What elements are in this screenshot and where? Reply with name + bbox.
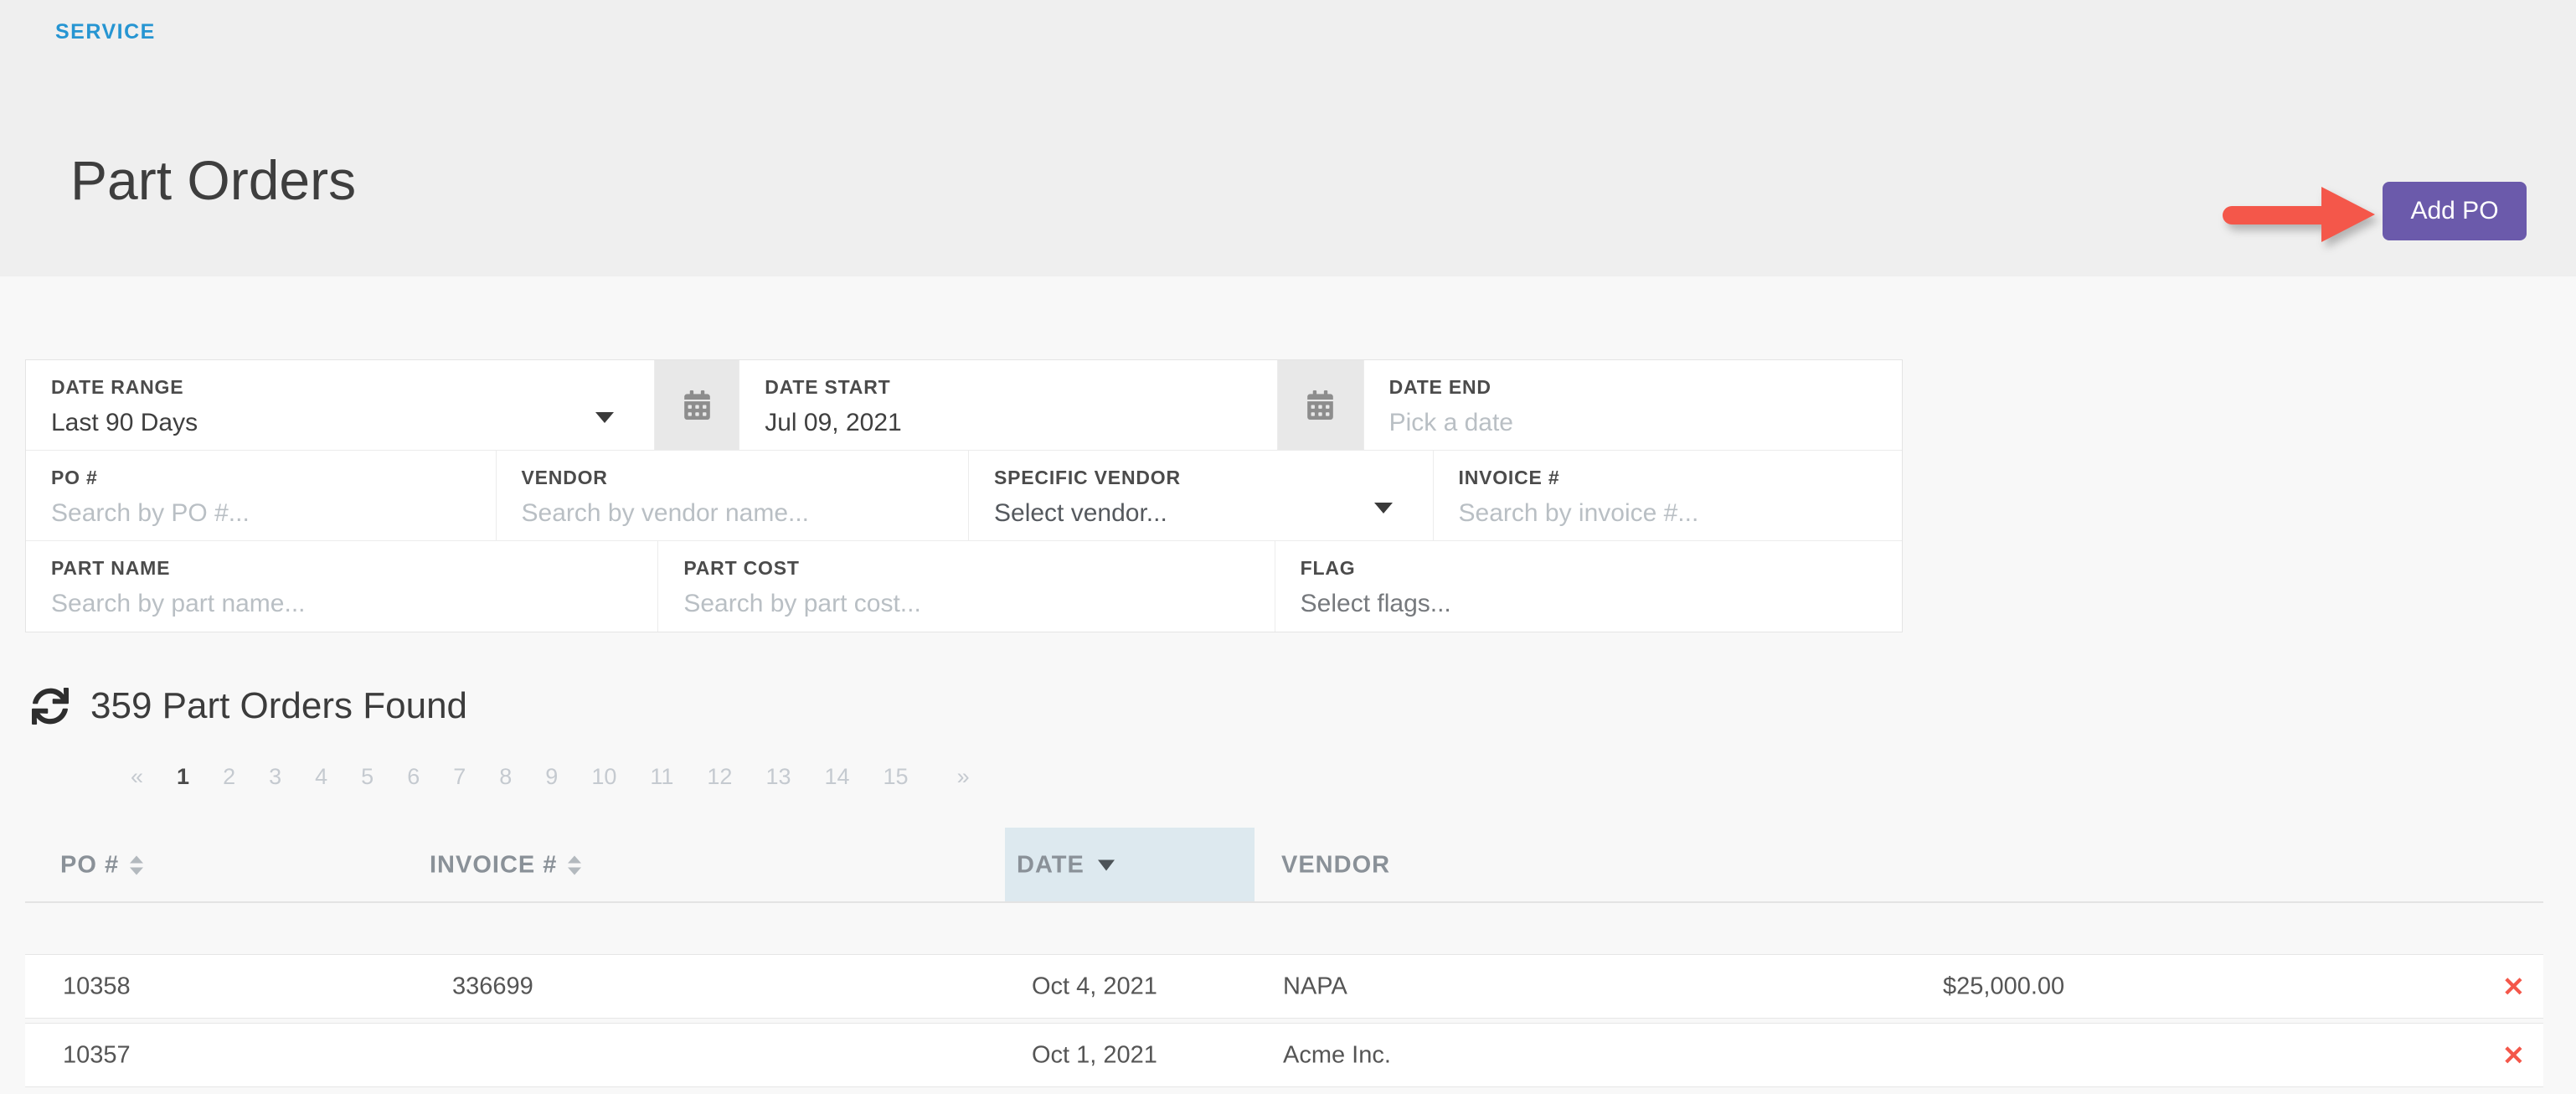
- sort-desc-icon: [1098, 860, 1115, 871]
- part-name-input[interactable]: [51, 590, 598, 618]
- pagination-prev[interactable]: «: [131, 764, 143, 790]
- chevron-down-icon: [1374, 503, 1393, 513]
- cell-date: Oct 4, 2021: [1032, 973, 1157, 1000]
- pagination: « 1 2 3 4 5 6 7 8 9 10 11 12 13 14 15 »: [131, 764, 970, 790]
- filter-row-parts: PART NAME PART COST FLAG Select flags...: [26, 541, 1902, 632]
- sort-icon: [568, 856, 581, 875]
- date-range-value: Last 90 Days: [51, 409, 629, 437]
- column-header-invoice-label: INVOICE #: [430, 852, 557, 880]
- pagination-page-13[interactable]: 13: [765, 764, 791, 790]
- date-range-select[interactable]: DATE RANGE Last 90 Days: [26, 360, 655, 450]
- pagination-page-14[interactable]: 14: [824, 764, 849, 790]
- invoice-number-input[interactable]: [1459, 499, 1852, 528]
- calendar-icon: [1307, 390, 1333, 420]
- date-end-field[interactable]: DATE END: [1364, 360, 1902, 450]
- table-body: 10358 336699 Oct 4, 2021 NAPA $25,000.00…: [25, 954, 2543, 1091]
- date-start-label: DATE START: [765, 376, 1251, 399]
- date-start-field[interactable]: DATE START: [739, 360, 1277, 450]
- table-header-divider: [25, 901, 2543, 903]
- part-cost-field[interactable]: PART COST: [658, 541, 1275, 632]
- part-orders-page: SERVICE Part Orders Add PO DATE RANGE La…: [0, 0, 2576, 1094]
- pagination-page-2[interactable]: 2: [223, 764, 235, 790]
- add-po-button[interactable]: Add PO: [2383, 182, 2527, 240]
- invoice-number-label: INVOICE #: [1459, 467, 1878, 489]
- invoice-number-field[interactable]: INVOICE #: [1434, 451, 1903, 540]
- column-header-invoice[interactable]: INVOICE #: [430, 852, 581, 880]
- date-end-input[interactable]: [1389, 409, 1847, 437]
- part-name-field[interactable]: PART NAME: [26, 541, 658, 632]
- pagination-page-8[interactable]: 8: [499, 764, 512, 790]
- date-end-calendar-button[interactable]: [1278, 360, 1364, 450]
- pagination-page-5[interactable]: 5: [361, 764, 374, 790]
- column-header-date[interactable]: DATE: [1017, 852, 1115, 880]
- pagination-page-15[interactable]: 15: [884, 764, 909, 790]
- cell-vendor: Acme Inc.: [1283, 1041, 1391, 1069]
- page-title: Part Orders: [70, 152, 356, 208]
- flag-value: Select flags...: [1301, 590, 1877, 618]
- results-summary: 359 Part Orders Found: [32, 685, 467, 727]
- table-row[interactable]: 10358 336699 Oct 4, 2021 NAPA $25,000.00…: [25, 954, 2543, 1019]
- cell-invoice: 336699: [452, 973, 533, 1000]
- page-header-band: SERVICE Part Orders Add PO: [0, 0, 2576, 276]
- pagination-page-11[interactable]: 11: [650, 764, 673, 790]
- column-header-po-label: PO #: [60, 852, 119, 880]
- cell-po: 10358: [63, 973, 131, 1000]
- vendor-input[interactable]: [522, 499, 918, 528]
- refresh-icon[interactable]: [32, 688, 69, 725]
- part-cost-label: PART COST: [683, 557, 1249, 580]
- pagination-page-3[interactable]: 3: [269, 764, 281, 790]
- specific-vendor-label: SPECIFIC VENDOR: [994, 467, 1408, 489]
- part-cost-input[interactable]: [683, 590, 1215, 618]
- specific-vendor-value: Select vendor...: [994, 499, 1408, 528]
- delete-icon[interactable]: ✕: [2502, 971, 2525, 1003]
- pagination-next[interactable]: »: [957, 764, 970, 790]
- cell-po: 10357: [63, 1041, 131, 1069]
- table-row[interactable]: 10357 Oct 1, 2021 Acme Inc. ✕: [25, 1023, 2543, 1087]
- flag-label: FLAG: [1301, 557, 1877, 580]
- column-header-po[interactable]: PO #: [60, 852, 143, 880]
- table-header: PO # INVOICE # DATE VENDOR: [0, 828, 2576, 903]
- cell-amount: $25,000.00: [1943, 973, 2064, 1000]
- po-number-input[interactable]: [51, 499, 445, 528]
- pagination-page-7[interactable]: 7: [453, 764, 466, 790]
- column-header-vendor-label: VENDOR: [1281, 852, 1390, 880]
- pagination-page-4[interactable]: 4: [315, 764, 327, 790]
- specific-vendor-select[interactable]: SPECIFIC VENDOR Select vendor...: [969, 451, 1434, 540]
- filter-row-dates: DATE RANGE Last 90 Days DATE START DATE …: [26, 360, 1902, 451]
- pagination-page-9[interactable]: 9: [545, 764, 558, 790]
- filter-row-identifiers: PO # VENDOR SPECIFIC VENDOR Select vendo…: [26, 451, 1902, 541]
- po-number-label: PO #: [51, 467, 471, 489]
- vendor-label: VENDOR: [522, 467, 944, 489]
- results-count: 359 Part Orders Found: [90, 685, 467, 727]
- cell-date: Oct 1, 2021: [1032, 1041, 1157, 1069]
- calendar-icon: [684, 390, 710, 420]
- filter-panel: DATE RANGE Last 90 Days DATE START DATE …: [25, 359, 1903, 632]
- annotation-arrow-icon: [2221, 183, 2378, 244]
- pagination-page-12[interactable]: 12: [707, 764, 732, 790]
- delete-icon[interactable]: ✕: [2502, 1040, 2525, 1071]
- date-start-calendar-button[interactable]: [655, 360, 739, 450]
- flag-select[interactable]: FLAG Select flags...: [1275, 541, 1902, 632]
- part-name-label: PART NAME: [51, 557, 632, 580]
- breadcrumb[interactable]: SERVICE: [55, 20, 156, 44]
- sort-icon: [130, 856, 143, 875]
- column-header-vendor: VENDOR: [1281, 852, 1390, 880]
- date-end-label: DATE END: [1389, 376, 1877, 399]
- pagination-page-6[interactable]: 6: [407, 764, 420, 790]
- pagination-page-10[interactable]: 10: [591, 764, 616, 790]
- date-start-input[interactable]: [765, 409, 1223, 437]
- vendor-field[interactable]: VENDOR: [497, 451, 970, 540]
- cell-vendor: NAPA: [1283, 973, 1347, 1000]
- chevron-down-icon: [595, 412, 614, 423]
- po-number-field[interactable]: PO #: [26, 451, 497, 540]
- column-header-date-label: DATE: [1017, 852, 1084, 880]
- pagination-page-1[interactable]: 1: [177, 764, 189, 790]
- date-range-label: DATE RANGE: [51, 376, 629, 399]
